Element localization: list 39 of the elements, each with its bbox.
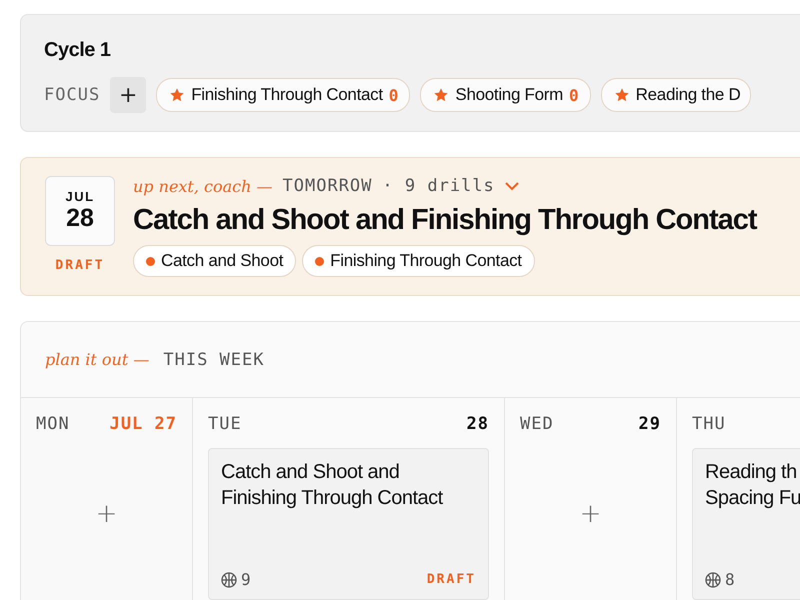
when-label: TOMORROW <box>282 176 372 196</box>
session-title: Catch and Shoot and Finishing Through Contact <box>133 204 757 237</box>
drill-tag: Finishing Through Contact <box>302 245 535 277</box>
week-title: THIS WEEK <box>163 350 264 370</box>
star-icon <box>614 87 630 103</box>
status-label: DRAFT <box>426 572 476 587</box>
day-date: 28 <box>466 414 489 434</box>
ball-icon <box>221 572 237 588</box>
star-icon <box>169 87 186 103</box>
status-label: DRAFT <box>55 258 105 273</box>
focus-chip[interactable]: Reading the D <box>600 78 752 112</box>
add-focus-button[interactable]: + <box>110 77 146 113</box>
focus-label: FOCUS <box>44 85 100 105</box>
weekday-label: WED <box>520 414 554 434</box>
session-card[interactable]: Catch and Shoot and Finishing Through Contact 9 DRAFT <box>208 448 489 600</box>
session-card-title: Catch and Shoot and Finishing Through Contact <box>221 460 444 511</box>
cycle-title: Cycle 1 <box>44 39 112 62</box>
focus-chip[interactable]: Shooting Form 0 <box>420 78 591 112</box>
weekday-label: TUE <box>208 414 242 434</box>
caret-icon <box>504 181 519 191</box>
drill-count: · 9 drills <box>382 176 495 196</box>
add-session-button[interactable]: + <box>574 498 608 530</box>
weekday-label: MON <box>36 414 70 434</box>
drill-count: 8 <box>725 570 736 589</box>
day-date: 29 <box>638 414 661 434</box>
day-date: JUL 27 <box>110 414 177 434</box>
kicker-text: plan it out — <box>45 350 150 369</box>
star-icon <box>433 87 450 103</box>
session-card[interactable]: Reading th Spacing Fu 8 <box>692 448 800 600</box>
kicker-text: up next, coach — <box>133 176 273 196</box>
session-card-title: Reading th Spacing Fu <box>705 460 800 511</box>
ball-icon <box>705 572 721 588</box>
drill-tag: Catch and Shoot <box>133 245 296 277</box>
add-session-button[interactable]: + <box>90 498 124 530</box>
focus-chip[interactable]: Finishing Through Contact 0 <box>156 78 410 112</box>
weekday-label: THU <box>692 414 726 434</box>
expand-button[interactable] <box>504 181 519 191</box>
drill-count: 9 <box>241 570 252 589</box>
date-tile: JUL 28 <box>45 176 115 246</box>
